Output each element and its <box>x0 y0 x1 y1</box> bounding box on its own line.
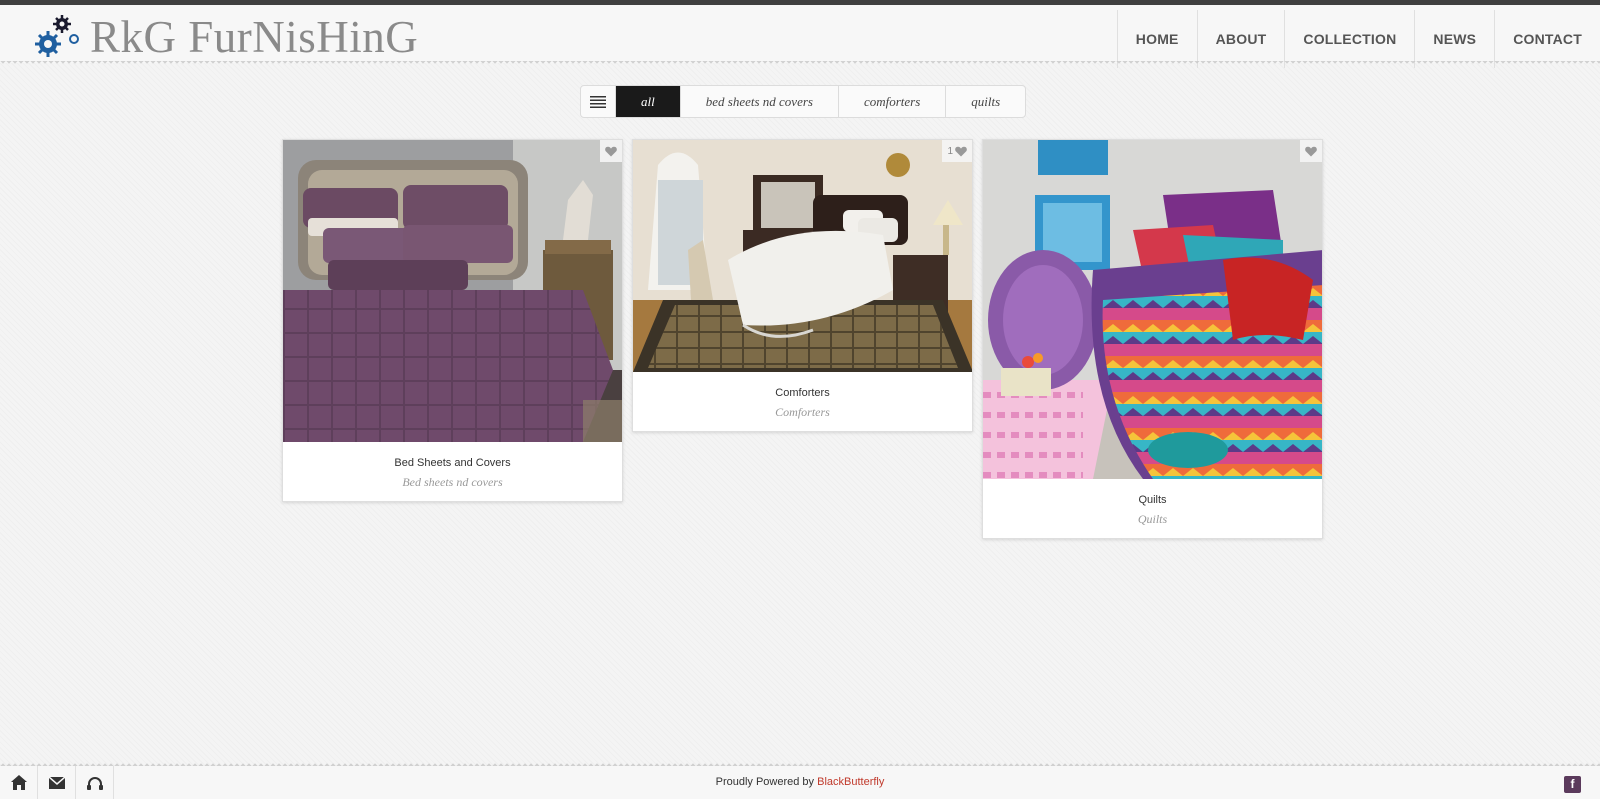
comforters-image[interactable] <box>633 140 972 372</box>
header-zigzag-divider <box>0 61 1600 67</box>
facebook-icon[interactable]: f <box>1564 776 1581 793</box>
filter-comforters[interactable]: comforters <box>839 86 947 117</box>
card-category[interactable]: Comforters <box>633 405 972 420</box>
like-button[interactable] <box>600 140 622 162</box>
gallery-card-quilts[interactable]: Quilts Quilts <box>982 139 1323 539</box>
filter-all[interactable]: all <box>616 86 681 117</box>
nav-collection[interactable]: COLLECTION <box>1284 10 1414 68</box>
heart-icon <box>605 146 617 156</box>
nav-about[interactable]: ABOUT <box>1196 10 1285 68</box>
card-caption: Bed Sheets and Covers Bed sheets nd cove… <box>283 457 622 490</box>
like-count: 1 <box>947 145 953 157</box>
brand-link[interactable]: BlackButterfly <box>817 776 884 788</box>
filter-menu-button[interactable] <box>581 86 616 117</box>
main-nav: HOME ABOUT COLLECTION NEWS CONTACT <box>1116 10 1600 68</box>
nav-news[interactable]: NEWS <box>1414 10 1494 68</box>
filter-bed-sheets[interactable]: bed sheets nd covers <box>681 86 839 117</box>
filter-quilts[interactable]: quilts <box>946 86 1025 117</box>
site-header: RkG FurNisHinG HOME ABOUT COLLECTION NEW… <box>0 5 1600 68</box>
category-filter: all bed sheets nd covers comforters quil… <box>580 85 1027 118</box>
bed-sheets-image[interactable] <box>283 140 622 442</box>
card-category[interactable]: Bed sheets nd covers <box>283 475 622 490</box>
like-button[interactable]: 1 <box>942 140 972 162</box>
card-title[interactable]: Quilts <box>983 494 1322 506</box>
heart-icon <box>1305 146 1317 156</box>
card-title[interactable]: Comforters <box>633 387 972 399</box>
powered-by-text: Proudly Powered by BlackButterfly <box>0 776 1600 788</box>
gallery-card-comforters[interactable]: 1 Comforters Comforters <box>632 139 973 432</box>
card-caption: Comforters Comforters <box>633 387 972 420</box>
site-logo[interactable]: RkG FurNisHinG <box>32 11 418 63</box>
menu-icon <box>590 95 606 108</box>
nav-home[interactable]: HOME <box>1116 10 1197 68</box>
card-category[interactable]: Quilts <box>983 512 1322 527</box>
card-title[interactable]: Bed Sheets and Covers <box>283 457 622 469</box>
logo-text: RkG FurNisHinG <box>90 12 419 62</box>
card-caption: Quilts Quilts <box>983 494 1322 527</box>
nav-contact[interactable]: CONTACT <box>1494 10 1600 68</box>
powered-prefix: Proudly Powered by <box>715 776 815 788</box>
gear-logo-icon <box>35 15 79 57</box>
quilts-image[interactable] <box>983 140 1322 479</box>
heart-icon <box>955 146 967 156</box>
gallery-card-bed-sheets[interactable]: Bed Sheets and Covers Bed sheets nd cove… <box>282 139 623 502</box>
like-button[interactable] <box>1300 140 1322 162</box>
